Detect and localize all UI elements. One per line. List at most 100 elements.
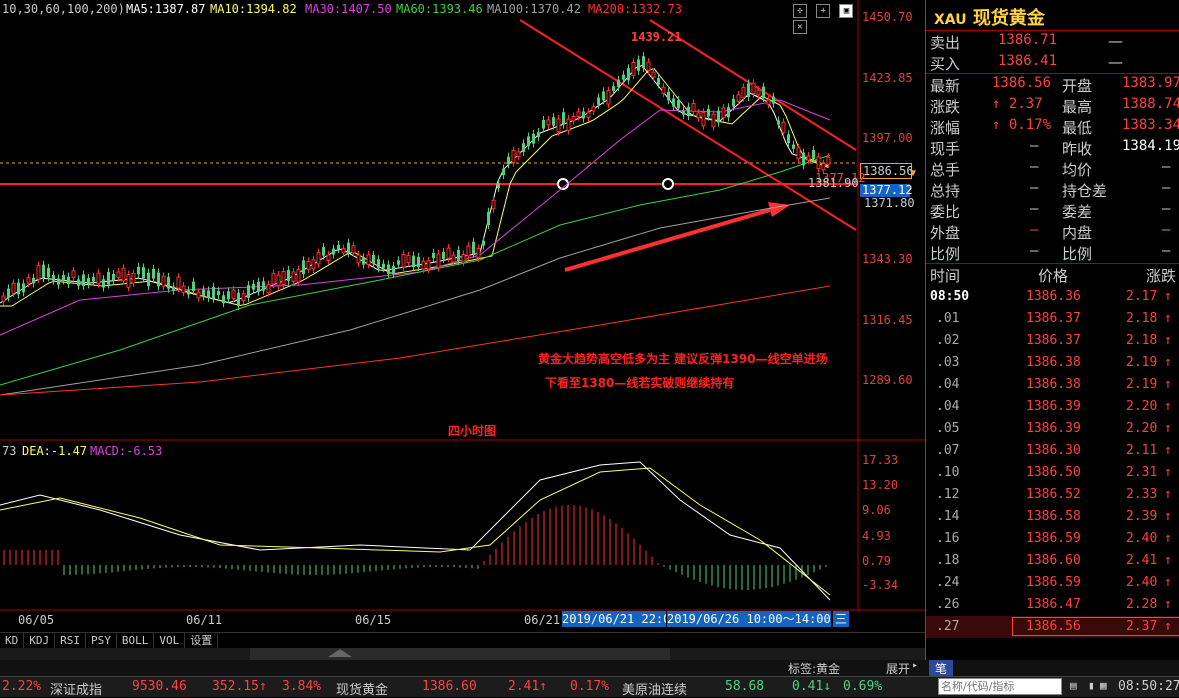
tick-row[interactable]: .03 1386.38 2.19 ↑ xyxy=(926,352,1179,374)
status-gold-value: 1386.60 xyxy=(422,679,477,694)
tick-row[interactable]: .04 1386.38 2.19 ↑ xyxy=(926,374,1179,396)
candle xyxy=(566,118,571,132)
marker-circle-2 xyxy=(662,178,674,190)
candle xyxy=(247,285,250,298)
tab-kd[interactable]: KD xyxy=(0,633,25,648)
tick-change: 2.41 xyxy=(1126,553,1158,568)
stats-value: — xyxy=(1030,243,1039,259)
tick-row[interactable]: .12 1386.52 2.33 ↑ xyxy=(926,484,1179,506)
close-icon[interactable]: ✕ xyxy=(793,20,807,34)
tick-row[interactable]: .07 1386.30 2.11 ↑ xyxy=(926,440,1179,462)
tick-change: 2.18 xyxy=(1126,333,1158,348)
tab-rsi[interactable]: RSI xyxy=(55,633,86,648)
macd-axis-label: 4.93 xyxy=(862,529,891,543)
tick-row[interactable]: .10 1386.50 2.31 ↑ xyxy=(926,462,1179,484)
candle xyxy=(176,276,181,289)
tick-row[interactable]: .24 1386.59 2.40 ↑ xyxy=(926,572,1179,594)
tick-row[interactable]: .02 1386.37 2.18 ↑ xyxy=(926,330,1179,352)
kline-chart-area[interactable]: 10,30,60,100,200) MA5:1387.87 MA10:1394.… xyxy=(0,0,925,632)
stats-value: — xyxy=(1162,201,1171,217)
candle xyxy=(792,144,795,149)
tab-vol[interactable]: VOL xyxy=(154,633,186,648)
signal-icon: ▮ xyxy=(1088,679,1095,692)
search-input[interactable] xyxy=(938,678,1062,695)
stats-label: 外盘 xyxy=(930,224,961,242)
tick-row[interactable]: .05 1386.39 2.20 ↑ xyxy=(926,418,1179,440)
tick-time: 08:50 xyxy=(930,289,970,304)
candle xyxy=(816,156,821,170)
candle xyxy=(432,252,435,259)
candle xyxy=(727,107,730,118)
tick-change: 2.11 xyxy=(1126,443,1158,458)
tick-change: 2.18 xyxy=(1126,311,1158,326)
candle xyxy=(96,272,101,285)
tick-row[interactable]: 08:50 1386.36 2.17 ↑ xyxy=(926,286,1179,308)
candle xyxy=(446,247,451,259)
candle xyxy=(222,295,225,304)
candle xyxy=(142,267,145,279)
candle xyxy=(812,150,815,160)
sell-price: 1386.71 xyxy=(998,32,1058,48)
candle xyxy=(461,254,466,263)
stats-label: 比例 xyxy=(1062,245,1093,263)
kline-svg[interactable] xyxy=(0,0,925,632)
tick-row[interactable]: .26 1386.47 2.28 ↑ xyxy=(926,594,1179,616)
stats-value: — xyxy=(1030,159,1039,175)
collapse-up-icon[interactable] xyxy=(328,649,352,657)
status-oil-pct: 0.69% xyxy=(843,679,883,694)
tick-time: .04 xyxy=(936,377,960,392)
tick-row[interactable]: .16 1386.59 2.40 ↑ xyxy=(926,528,1179,550)
status-gold-name[interactable]: 现货黄金 xyxy=(336,679,388,698)
layout-icon[interactable]: ▣ xyxy=(839,4,854,18)
stats-label: 昨收 xyxy=(1062,140,1093,158)
candle xyxy=(351,245,356,254)
tick-mode-tab[interactable]: 笔 xyxy=(929,660,953,676)
quote-title: XAU 现货黄金 xyxy=(934,4,1045,30)
candle xyxy=(341,248,346,254)
tick-row[interactable]: .14 1386.58 2.39 ↑ xyxy=(926,506,1179,528)
stats-label: 总持 xyxy=(930,182,961,200)
expand-button[interactable]: 展开 xyxy=(886,660,910,677)
tick-row[interactable]: .18 1386.60 2.41 ↑ xyxy=(926,550,1179,572)
candle xyxy=(332,248,335,255)
candle xyxy=(181,285,186,293)
tick-time: .27 xyxy=(936,619,960,634)
tick-row[interactable]: .01 1386.37 2.18 ↑ xyxy=(926,308,1179,330)
stats-label: 最高 xyxy=(1062,98,1093,116)
tick-change: 2.31 xyxy=(1126,465,1158,480)
scroll-thumb[interactable] xyxy=(250,648,670,660)
candle xyxy=(711,113,716,128)
stats-label: 最新 xyxy=(930,77,961,95)
chart-scrollbar[interactable] xyxy=(0,648,925,660)
candle xyxy=(362,257,365,265)
zoom-icon[interactable]: + xyxy=(816,4,831,18)
status-index-change: 352.15↑ xyxy=(212,679,267,694)
status-index-name[interactable]: 深证成指 xyxy=(50,679,102,698)
status-oil-value: 58.68 xyxy=(725,679,765,694)
candle xyxy=(717,110,720,123)
candle xyxy=(26,277,31,284)
tab-kdj[interactable]: KDJ xyxy=(24,633,56,648)
tick-row[interactable]: .27 1386.56 2.37 ↑ xyxy=(926,616,1179,638)
candle xyxy=(311,259,316,270)
tick-header-change: 涨跌 xyxy=(1146,267,1177,285)
candle xyxy=(62,274,65,281)
tab-settings[interactable]: 设置 xyxy=(185,633,219,648)
candle xyxy=(677,99,680,109)
tick-price: 1386.36 xyxy=(1026,289,1081,304)
tick-row[interactable]: .04 1386.39 2.20 ↑ xyxy=(926,396,1179,418)
candle xyxy=(316,252,321,265)
move-icon[interactable]: ✣ xyxy=(793,4,807,18)
tick-time: .05 xyxy=(936,421,960,436)
up-arrow-icon: ↑ xyxy=(1164,597,1172,612)
candle xyxy=(646,61,651,71)
expand-arrow-icon: ▸ xyxy=(912,660,919,671)
candle xyxy=(326,254,331,261)
tab-boll[interactable]: BOLL xyxy=(117,633,155,648)
dropdown-icon[interactable]: ▼ xyxy=(910,168,916,179)
status-oil-name[interactable]: 美原油连续 xyxy=(622,679,687,698)
candle xyxy=(202,289,205,297)
tab-psy[interactable]: PSY xyxy=(86,633,117,648)
candle xyxy=(627,68,630,81)
lock-icon[interactable]: ▤ xyxy=(1070,679,1077,692)
